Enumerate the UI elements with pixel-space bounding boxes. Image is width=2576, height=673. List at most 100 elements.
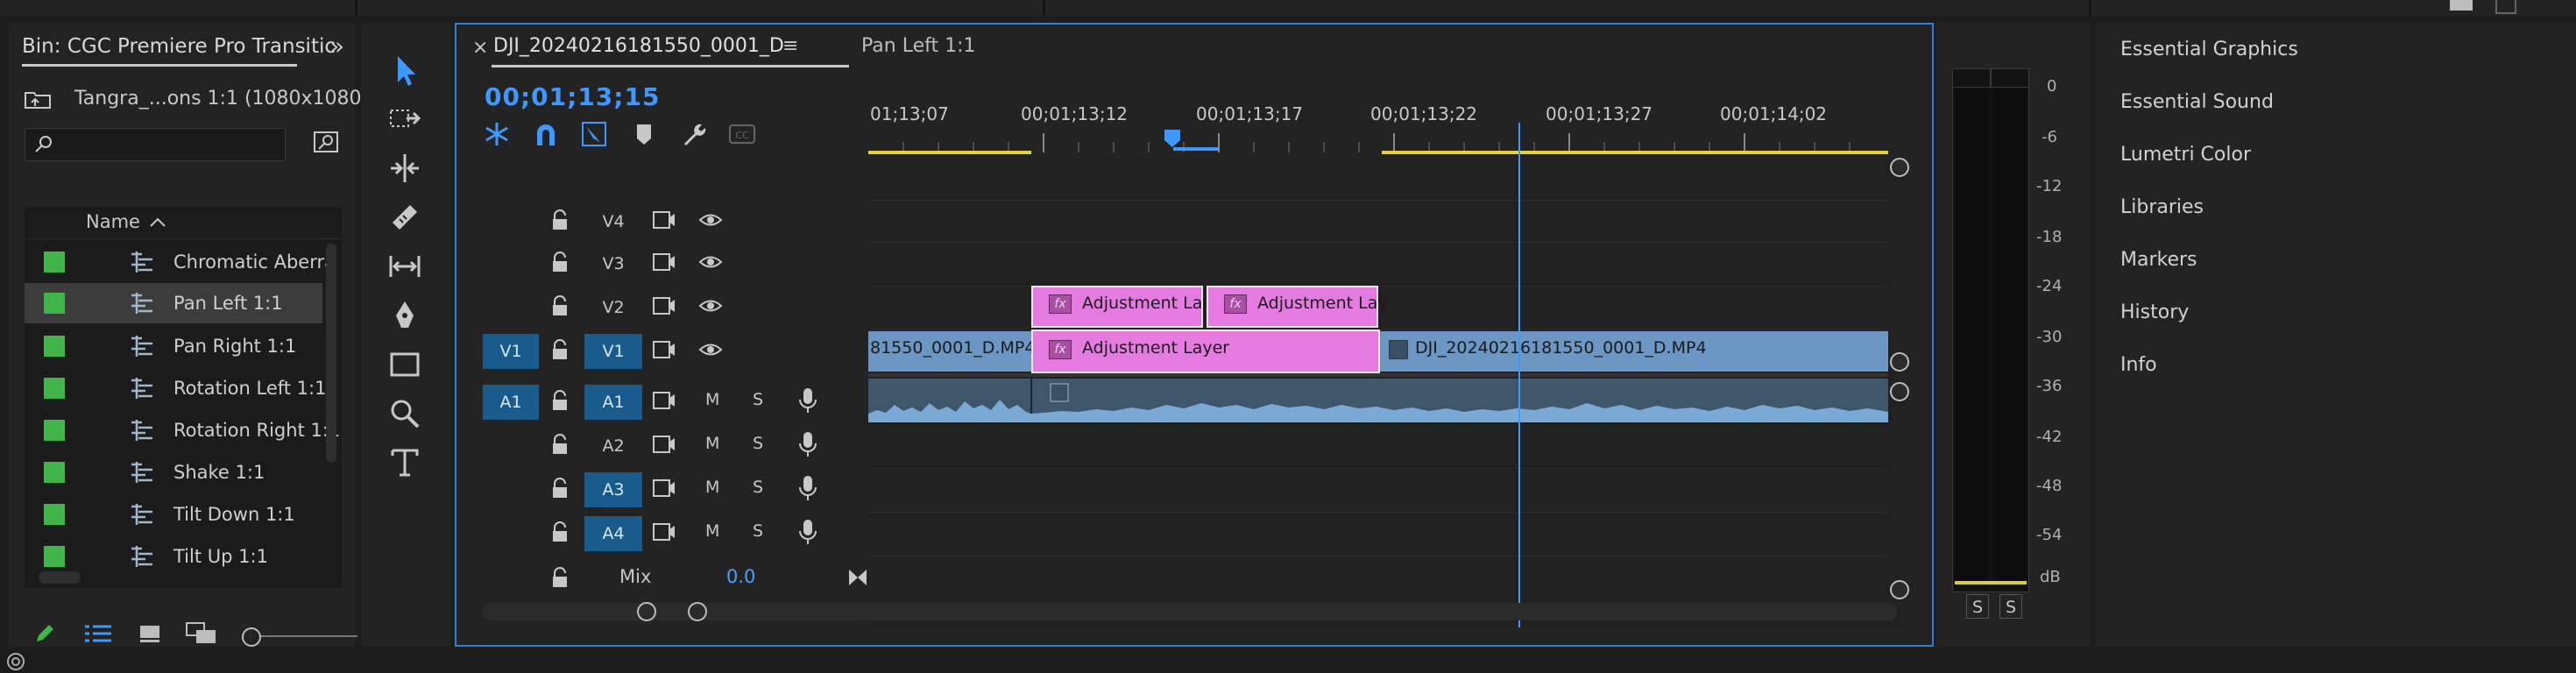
linked-selection-icon[interactable] [581,121,609,147]
track-target[interactable]: V2 [584,290,642,325]
list-item[interactable]: Tilt Down 1:1 [25,494,322,535]
ripple-edit-tool-icon[interactable] [387,151,422,186]
project-tab-title[interactable]: Bin: CGC Premiere Pro Transitic [22,35,336,58]
eye-icon[interactable] [698,340,723,359]
nest-icon[interactable] [483,121,511,147]
source-patch-v1[interactable]: V1 [483,334,539,369]
panel-essential-graphics[interactable]: Essential Graphics [2120,39,2298,60]
panel-history[interactable]: History [2120,301,2189,323]
lock-icon[interactable] [551,433,569,456]
pencil-icon[interactable] [33,622,56,645]
track-target[interactable]: A4 [584,516,642,551]
lock-icon[interactable] [551,477,569,499]
timeline-zoom-scrollbar[interactable] [483,602,1897,621]
adjustment-layer-clip-v2[interactable]: fx Adjustment Lay [1031,286,1213,328]
selection-tool-icon[interactable] [387,53,422,88]
track-height-knob[interactable] [1890,158,1909,177]
zoom-slider-knob[interactable] [242,627,261,647]
solo-right-button[interactable]: S [1999,594,2022,619]
lock-icon[interactable] [551,521,569,543]
microphone-icon[interactable] [798,387,817,414]
list-item[interactable]: Chromatic Aberra [25,242,336,282]
find-icon[interactable] [314,131,338,152]
sync-lock-icon[interactable] [653,252,676,272]
captions-icon[interactable]: CC [728,121,756,147]
tab-menu-icon[interactable]: ≡ [782,35,798,57]
microphone-icon[interactable] [798,475,817,501]
mute-button[interactable]: M [705,478,719,497]
track-target[interactable]: V1 [584,334,642,369]
zoom-tool-icon[interactable] [387,396,422,431]
list-view-icon[interactable] [84,624,112,643]
sync-lock-icon[interactable] [653,296,676,315]
lock-icon[interactable] [551,251,569,273]
horizontal-scrollbar[interactable] [39,571,81,584]
solo-button[interactable]: S [753,478,763,497]
mute-button[interactable]: M [705,434,719,453]
microphone-icon[interactable] [798,519,817,545]
lock-icon[interactable] [551,294,569,317]
source-patch-a1[interactable]: A1 [483,385,539,420]
time-ruler[interactable] [868,130,1906,154]
scroll-handle-left[interactable] [637,602,656,621]
sync-lock-icon[interactable] [653,210,676,230]
snap-magnet-icon[interactable] [532,121,560,147]
pen-tool-icon[interactable] [387,298,422,333]
vertical-scrollbar[interactable] [326,244,336,463]
eye-icon[interactable] [698,296,723,315]
sync-lock-icon[interactable] [653,522,676,542]
name-column-header[interactable]: Name [25,205,342,239]
track-height-knob[interactable] [1890,352,1909,372]
mix-volume-value[interactable]: 0.0 [726,566,755,587]
audio-clip-a1[interactable] [868,379,1888,422]
video-clip-left[interactable]: 81550_0001_D.MP4 [868,331,1035,372]
sync-lock-icon[interactable] [653,340,676,359]
slip-tool-icon[interactable] [387,249,422,284]
track-target[interactable]: V3 [584,246,642,281]
lock-icon[interactable] [551,389,569,412]
chevron-right-icon[interactable]: » [329,32,344,60]
track-height-knob[interactable] [1890,382,1909,401]
mute-button[interactable]: M [705,521,719,541]
track-height-knob[interactable] [1890,580,1909,599]
lock-icon[interactable] [551,209,569,231]
zoom-slider-track[interactable] [261,635,357,637]
solo-left-button[interactable]: S [1966,594,1989,619]
pan-left-tab[interactable]: Pan Left 1:1 [861,35,976,57]
list-item[interactable]: Tilt Up 1:1 [25,536,322,570]
adjustment-layer-clip-v1[interactable]: fx Adjustment Layer [1031,329,1380,373]
track-target[interactable]: A3 [584,472,642,507]
list-item[interactable]: Rotation Left 1:1 [25,368,326,408]
list-item[interactable]: Shake 1:1 [25,452,322,492]
panel-menu-icon[interactable] [2450,0,2473,11]
solo-button[interactable]: S [753,434,763,453]
list-item[interactable]: Pan Right 1:1 [25,326,322,366]
panel-info[interactable]: Info [2120,354,2157,376]
microphone-icon[interactable] [798,431,817,457]
search-input[interactable] [25,128,286,161]
bowtie-icon[interactable] [847,568,868,587]
video-clip-right[interactable]: DJI_20240216181550_0001_D.MP4 [1380,331,1888,372]
scroll-handle-right[interactable] [688,602,707,621]
add-marker-icon[interactable] [630,121,658,147]
lock-icon[interactable] [551,338,569,361]
solo-button[interactable]: S [753,521,763,541]
playhead-timecode[interactable]: 00;01;13;15 [485,82,660,111]
mute-button[interactable]: M [705,390,719,409]
lock-icon[interactable] [551,566,569,589]
playhead-line[interactable] [1518,123,1520,627]
sequence-tab[interactable]: DJI_20240216181550_0001_D [493,35,784,57]
track-select-tool-icon[interactable] [387,102,422,137]
eye-icon[interactable] [698,210,723,230]
adjustment-layer-clip-v2[interactable]: fx Adjustment Lay [1207,286,1388,328]
eye-icon[interactable] [698,252,723,272]
solo-button[interactable]: S [753,390,763,409]
icon-view-icon[interactable] [138,624,161,643]
sync-lock-icon[interactable] [653,478,676,498]
trash-icon[interactable] [2495,0,2516,14]
panel-lumetri-color[interactable]: Lumetri Color [2120,144,2251,166]
panel-libraries[interactable]: Libraries [2120,196,2204,218]
freeform-view-icon[interactable] [186,622,217,645]
sync-lock-icon[interactable] [653,435,676,454]
track-target[interactable]: V4 [584,204,642,239]
